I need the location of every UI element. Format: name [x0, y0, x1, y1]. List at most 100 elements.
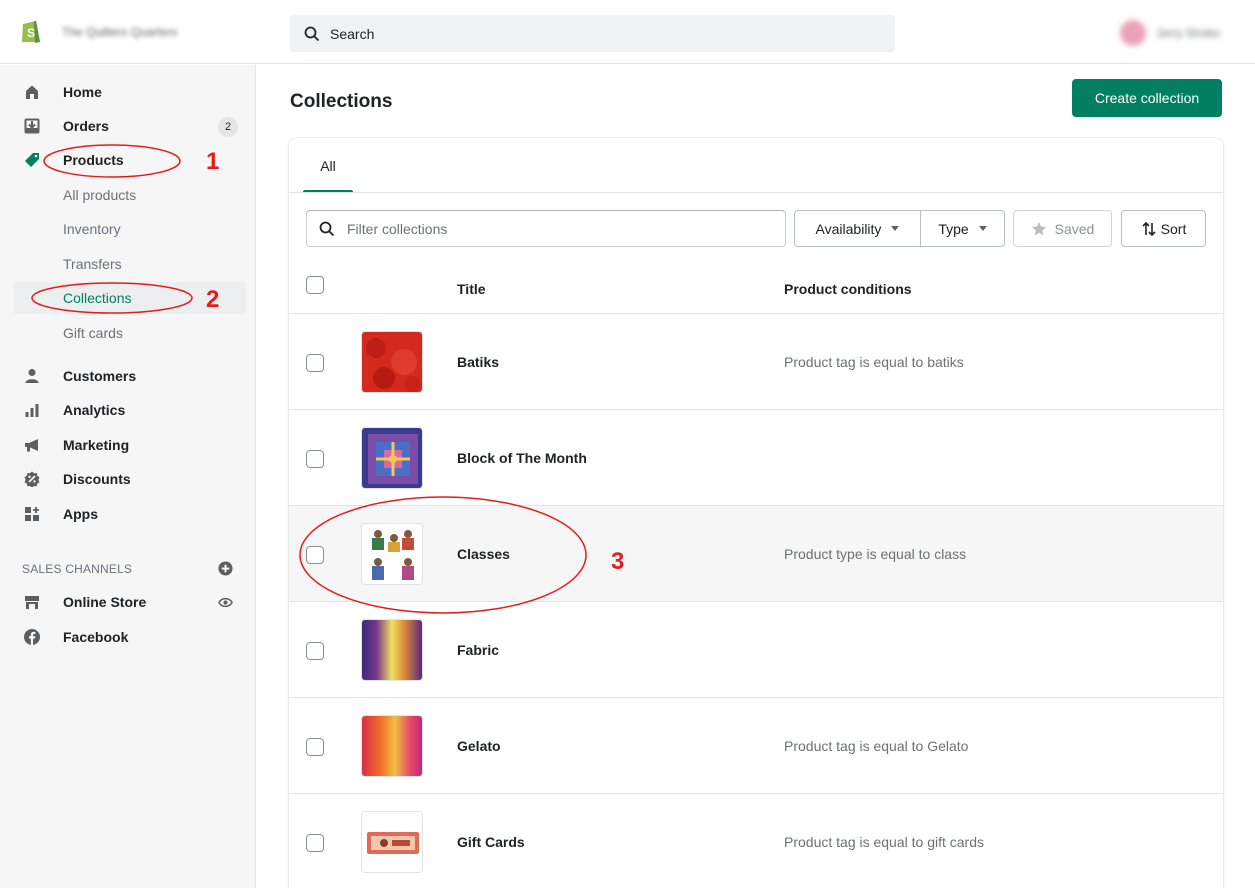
tag-icon — [25, 153, 39, 167]
table-row[interactable]: Block of The Month — [289, 410, 1223, 506]
sidebar-item-discounts[interactable]: Discounts — [14, 463, 246, 495]
row-checkbox[interactable] — [306, 546, 324, 564]
user-name: Jerry Shoke — [1156, 26, 1221, 40]
sidebar-item-home[interactable]: Home — [14, 76, 246, 108]
table-row[interactable]: Fabric — [289, 602, 1223, 698]
availability-label: Availability — [815, 220, 882, 237]
sidebar-item-label: Customers — [63, 368, 137, 384]
discount-icon — [24, 471, 40, 487]
collection-thumbnail — [361, 427, 423, 489]
annotation-number-1: 1 — [206, 148, 220, 175]
product-condition: Product tag is equal to gift cards — [784, 834, 984, 850]
user-menu[interactable]: Jerry Shoke — [1120, 20, 1251, 46]
sort-button[interactable]: Sort — [1121, 210, 1206, 247]
sidebar-item-inventory[interactable]: Inventory — [14, 213, 246, 245]
collection-title[interactable]: Fabric — [457, 642, 499, 658]
apps-icon — [25, 507, 39, 521]
home-icon — [26, 85, 38, 99]
sort-arrows-icon — [1142, 221, 1156, 236]
sidebar-item-label: All products — [63, 187, 137, 203]
top-bar: S The Quilters Quarters Search Jerry Sho… — [0, 0, 1255, 64]
sidebar-item-customers[interactable]: Customers — [14, 360, 246, 392]
sidebar-item-apps[interactable]: Apps — [14, 498, 246, 530]
collection-thumbnail — [361, 715, 423, 777]
sidebar: Home Orders 2 Products All products Inve… — [0, 65, 256, 888]
column-header-title: Title — [457, 281, 486, 297]
sidebar-item-label: Facebook — [63, 629, 129, 645]
collection-thumbnail — [361, 619, 423, 681]
type-filter-button[interactable]: Type — [920, 210, 1005, 247]
row-checkbox[interactable] — [306, 450, 324, 468]
type-label: Type — [938, 220, 969, 237]
sidebar-item-label: Home — [63, 84, 102, 100]
person-icon — [25, 369, 39, 383]
sidebar-item-gift-cards[interactable]: Gift cards — [14, 317, 246, 349]
orders-icon — [24, 118, 40, 134]
tab-divider — [289, 192, 1223, 193]
collection-title[interactable]: Gift Cards — [457, 834, 525, 850]
collection-title[interactable]: Block of The Month — [457, 450, 587, 466]
sidebar-item-label: Marketing — [63, 437, 130, 453]
collections-card: All Availability Type Saved Sort Title P… — [289, 138, 1223, 888]
tab-all[interactable]: All — [303, 138, 353, 193]
select-all-checkbox[interactable] — [306, 276, 324, 294]
gift-card-image — [362, 812, 422, 872]
filter-collections-input[interactable] — [347, 220, 767, 237]
availability-filter-button[interactable]: Availability — [794, 210, 921, 247]
product-condition: Product tag is equal to batiks — [784, 354, 964, 370]
collection-title[interactable]: Batiks — [457, 354, 499, 370]
star-icon — [1031, 221, 1046, 235]
sidebar-item-label: Gift cards — [63, 325, 123, 341]
saved-button[interactable]: Saved — [1013, 210, 1112, 247]
collection-title[interactable]: Classes — [457, 546, 510, 562]
quilters-figures-image — [362, 524, 422, 584]
search-icon — [319, 221, 335, 236]
eye-icon[interactable] — [218, 595, 233, 610]
sidebar-item-label: Products — [63, 152, 124, 168]
orders-count-badge: 2 — [218, 117, 238, 137]
annotation-number-3: 3 — [611, 548, 625, 575]
collection-title[interactable]: Gelato — [457, 738, 501, 754]
sidebar-item-orders[interactable]: Orders 2 — [14, 110, 246, 142]
sidebar-item-label: Collections — [63, 290, 132, 306]
shopify-logo[interactable]: S — [20, 18, 42, 44]
analytics-icon — [25, 404, 39, 417]
facebook-icon — [24, 629, 40, 645]
svg-text:S: S — [27, 26, 35, 40]
caret-down-icon — [891, 226, 900, 231]
row-checkbox[interactable] — [306, 354, 324, 372]
table-row[interactable]: Batiks Product tag is equal to batiks — [289, 314, 1223, 410]
sidebar-item-label: Apps — [63, 506, 98, 522]
collection-thumbnail — [361, 811, 423, 873]
sidebar-item-marketing[interactable]: Marketing — [14, 429, 246, 461]
sidebar-item-label: Inventory — [63, 221, 121, 237]
avatar — [1120, 20, 1146, 46]
row-checkbox[interactable] — [306, 642, 324, 660]
store-name[interactable]: The Quilters Quarters — [62, 25, 222, 39]
saved-label: Saved — [1054, 220, 1095, 237]
sidebar-item-label: Orders — [63, 118, 109, 134]
collection-thumbnail — [361, 523, 423, 585]
sidebar-item-facebook[interactable]: Facebook — [14, 621, 246, 653]
table-row[interactable]: Gelato Product tag is equal to Gelato — [289, 698, 1223, 794]
sidebar-item-transfers[interactable]: Transfers — [14, 248, 246, 280]
red-batik-image — [362, 332, 422, 392]
sidebar-item-all-products[interactable]: All products — [14, 179, 246, 211]
store-icon — [25, 596, 39, 609]
row-checkbox[interactable] — [306, 738, 324, 756]
product-condition: Product type is equal to class — [784, 546, 967, 562]
sidebar-item-label: Analytics — [63, 402, 126, 418]
caret-down-icon — [978, 226, 987, 231]
table-row[interactable]: Classes Product type is equal to class — [289, 506, 1223, 602]
search-bar[interactable]: Search — [290, 15, 895, 52]
table-header: Title Product conditions — [289, 266, 1223, 314]
row-checkbox[interactable] — [306, 834, 324, 852]
sidebar-item-online-store[interactable]: Online Store — [14, 586, 246, 618]
table-row[interactable]: Gift Cards Product tag is equal to gift … — [289, 794, 1223, 888]
search-icon — [304, 26, 320, 41]
create-collection-button[interactable]: Create collection — [1072, 79, 1222, 117]
add-channel-icon[interactable] — [218, 561, 233, 576]
sidebar-item-label: Discounts — [63, 471, 131, 487]
sidebar-item-analytics[interactable]: Analytics — [14, 394, 246, 426]
filter-collections-field[interactable] — [306, 210, 786, 247]
